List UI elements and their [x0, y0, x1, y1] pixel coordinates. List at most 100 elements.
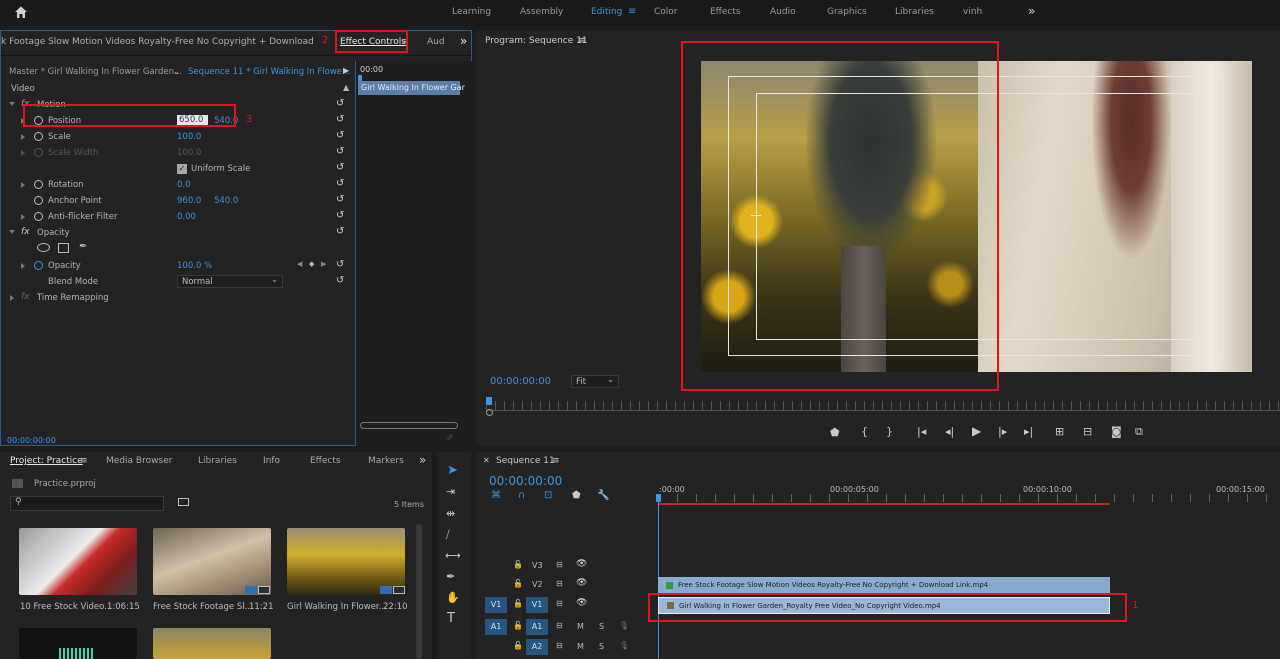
mark-in-icon[interactable]: {	[861, 425, 868, 438]
track-v2[interactable]: 🔓 V2 ⊟ 👁	[476, 577, 656, 594]
effect-timeline-scrollbar[interactable]	[360, 422, 458, 429]
workspace-color[interactable]: Color	[654, 7, 678, 17]
workspace-editing[interactable]: Editing	[591, 7, 622, 17]
reset-icon[interactable]: ↺	[336, 178, 347, 189]
go-to-out-icon[interactable]: ▸|	[1024, 425, 1033, 438]
track-select-tool-icon[interactable]: ⇥	[446, 485, 455, 498]
tab-markers[interactable]: Markers	[368, 456, 404, 466]
project-search-input[interactable]: ⚲	[10, 496, 164, 511]
slip-tool-icon[interactable]: ⟷	[445, 549, 461, 562]
timeline-menu-icon[interactable]: ≡	[552, 456, 560, 466]
blend-mode-select[interactable]: Normal ⌄	[177, 275, 283, 288]
reset-icon[interactable]: ↺	[336, 98, 347, 109]
program-zoom-handle[interactable]	[486, 409, 493, 416]
expand-icon[interactable]	[9, 102, 15, 106]
reset-icon[interactable]: ↺	[336, 146, 347, 157]
program-playhead[interactable]	[486, 397, 492, 405]
stopwatch-icon[interactable]	[34, 180, 43, 189]
tab-project[interactable]: Project: Practice	[10, 456, 83, 466]
project-item-name[interactable]: Girl Walking In Flower...	[287, 602, 387, 612]
program-monitor-title[interactable]: Program: Sequence 11	[485, 36, 588, 46]
step-back-icon[interactable]: ◂|	[945, 425, 954, 438]
lift-icon[interactable]: ⊞	[1055, 425, 1064, 438]
blend-mode-row[interactable]: Blend Mode Normal ⌄ ↺	[1, 274, 353, 290]
new-bin-icon[interactable]	[178, 498, 189, 506]
pen-tool-icon[interactable]: ✒	[446, 570, 455, 583]
effect-timeline[interactable]: 00:00 Girl Walking In Flower Gar	[355, 61, 472, 446]
timeline-close-icon[interactable]: ✕	[483, 456, 490, 465]
scale-value[interactable]: 100.0	[177, 132, 201, 142]
workspace-learning[interactable]: Learning	[452, 7, 491, 17]
nest-icon[interactable]: ⌘	[491, 490, 501, 501]
sync-lock-icon[interactable]: ⊟	[556, 579, 563, 588]
add-keyframe-icon[interactable]: ◆	[309, 260, 314, 268]
timeline-ruler[interactable]	[658, 494, 1280, 502]
solo-button[interactable]: S	[599, 642, 604, 651]
next-keyframe-icon[interactable]: ▶	[321, 260, 326, 268]
lock-icon[interactable]: 🔓	[513, 599, 523, 608]
audio-tab[interactable]: Aud	[427, 37, 445, 47]
project-item-name[interactable]: Free Stock Footage Sl...	[153, 602, 253, 612]
workspace-effects[interactable]: Effects	[710, 7, 741, 17]
fit-select[interactable]: Fit ⌄	[571, 375, 619, 388]
selection-tool-icon[interactable]: ➤	[447, 463, 458, 478]
step-forward-icon[interactable]: |▸	[998, 425, 1007, 438]
stopwatch-icon[interactable]	[34, 261, 43, 270]
lock-icon[interactable]: 🔓	[513, 641, 523, 650]
home-icon[interactable]	[14, 5, 28, 19]
snap-icon[interactable]: ∩	[518, 490, 525, 501]
play-only-icon[interactable]: ▶	[343, 66, 349, 75]
sync-lock-icon[interactable]: ⊟	[556, 641, 563, 650]
rotation-value[interactable]: 0.0	[177, 180, 191, 190]
expand-icon[interactable]	[9, 230, 15, 234]
wrench-icon[interactable]: 🔧	[597, 490, 609, 501]
rotation-row[interactable]: Rotation 0.0 ↺	[1, 177, 353, 193]
pen-mask-icon[interactable]: ✒	[79, 241, 87, 252]
workspace-assembly[interactable]: Assembly	[520, 7, 563, 17]
sync-lock-icon[interactable]: ⊟	[556, 599, 563, 608]
anchor-point-row[interactable]: Anchor Point 960.0 540.0 ↺	[1, 193, 353, 209]
type-tool-icon[interactable]: T	[447, 611, 455, 626]
program-timecode[interactable]: 00:00:00:00	[490, 376, 551, 387]
prev-keyframe-icon[interactable]: ◀	[297, 260, 302, 268]
reset-icon[interactable]: ↺	[336, 130, 347, 141]
project-item-thumbnail[interactable]	[19, 528, 137, 595]
track-target-a2[interactable]: A2	[526, 639, 548, 655]
project-item-thumbnail[interactable]	[19, 628, 137, 659]
project-menu-icon[interactable]: ≡	[80, 456, 88, 466]
solo-button[interactable]: S	[599, 622, 604, 631]
source-patch-v1[interactable]: V1	[485, 597, 507, 613]
reset-icon[interactable]: ↺	[336, 275, 347, 286]
track-target-a1[interactable]: A1	[526, 619, 548, 635]
track-a2[interactable]: 🔓 A2 ⊟ M S 🎙	[476, 639, 656, 656]
workspace-graphics[interactable]: Graphics	[827, 7, 867, 17]
add-marker-icon[interactable]: ⬟	[830, 426, 840, 439]
mute-button[interactable]: M	[577, 622, 584, 631]
project-item-thumbnail[interactable]	[153, 528, 271, 595]
tab-effects[interactable]: Effects	[310, 456, 341, 466]
export-frame-icon[interactable]: ⇗	[446, 433, 454, 443]
go-to-in-icon[interactable]: |◂	[917, 425, 926, 438]
razor-tool-icon[interactable]: ⧸	[446, 528, 450, 542]
track-a1[interactable]: A1 🔓 A1 ⊟ M S 🎙	[476, 619, 656, 636]
workspace-overflow-icon[interactable]: »	[1028, 4, 1035, 18]
microphone-icon[interactable]: 🎙	[619, 641, 629, 650]
track-v3[interactable]: 🔓 V3 ⊟ 👁	[476, 558, 656, 575]
opacity-value[interactable]: 100.0 %	[177, 261, 212, 271]
project-item-name[interactable]: 10 Free Stock Video...	[20, 602, 112, 612]
play-icon[interactable]: ▶	[972, 424, 981, 438]
anti-flicker-row[interactable]: Anti-flicker Filter 0.00 ↺	[1, 209, 353, 225]
workspace-vinh[interactable]: vinh	[963, 7, 982, 17]
linked-selection-icon[interactable]: ⊡	[544, 490, 552, 501]
timeline-tab[interactable]: Sequence 11	[496, 456, 555, 466]
timeline-clip-v2[interactable]: Free Stock Footage Slow Motion Videos Ro…	[658, 577, 1110, 594]
sync-lock-icon[interactable]: ⊟	[556, 560, 563, 569]
camera-icon[interactable]: ◙	[1111, 425, 1122, 438]
track-target-v1[interactable]: V1	[526, 597, 548, 613]
timeline-playhead[interactable]	[656, 494, 661, 502]
eye-icon[interactable]: 👁	[576, 559, 587, 569]
sequence-clip-label[interactable]: Sequence 11 * Girl Walking In Flowe...	[188, 67, 350, 77]
expand-icon[interactable]	[21, 214, 25, 220]
eye-icon[interactable]: 👁	[576, 598, 587, 608]
work-area-bar[interactable]	[658, 503, 1110, 505]
